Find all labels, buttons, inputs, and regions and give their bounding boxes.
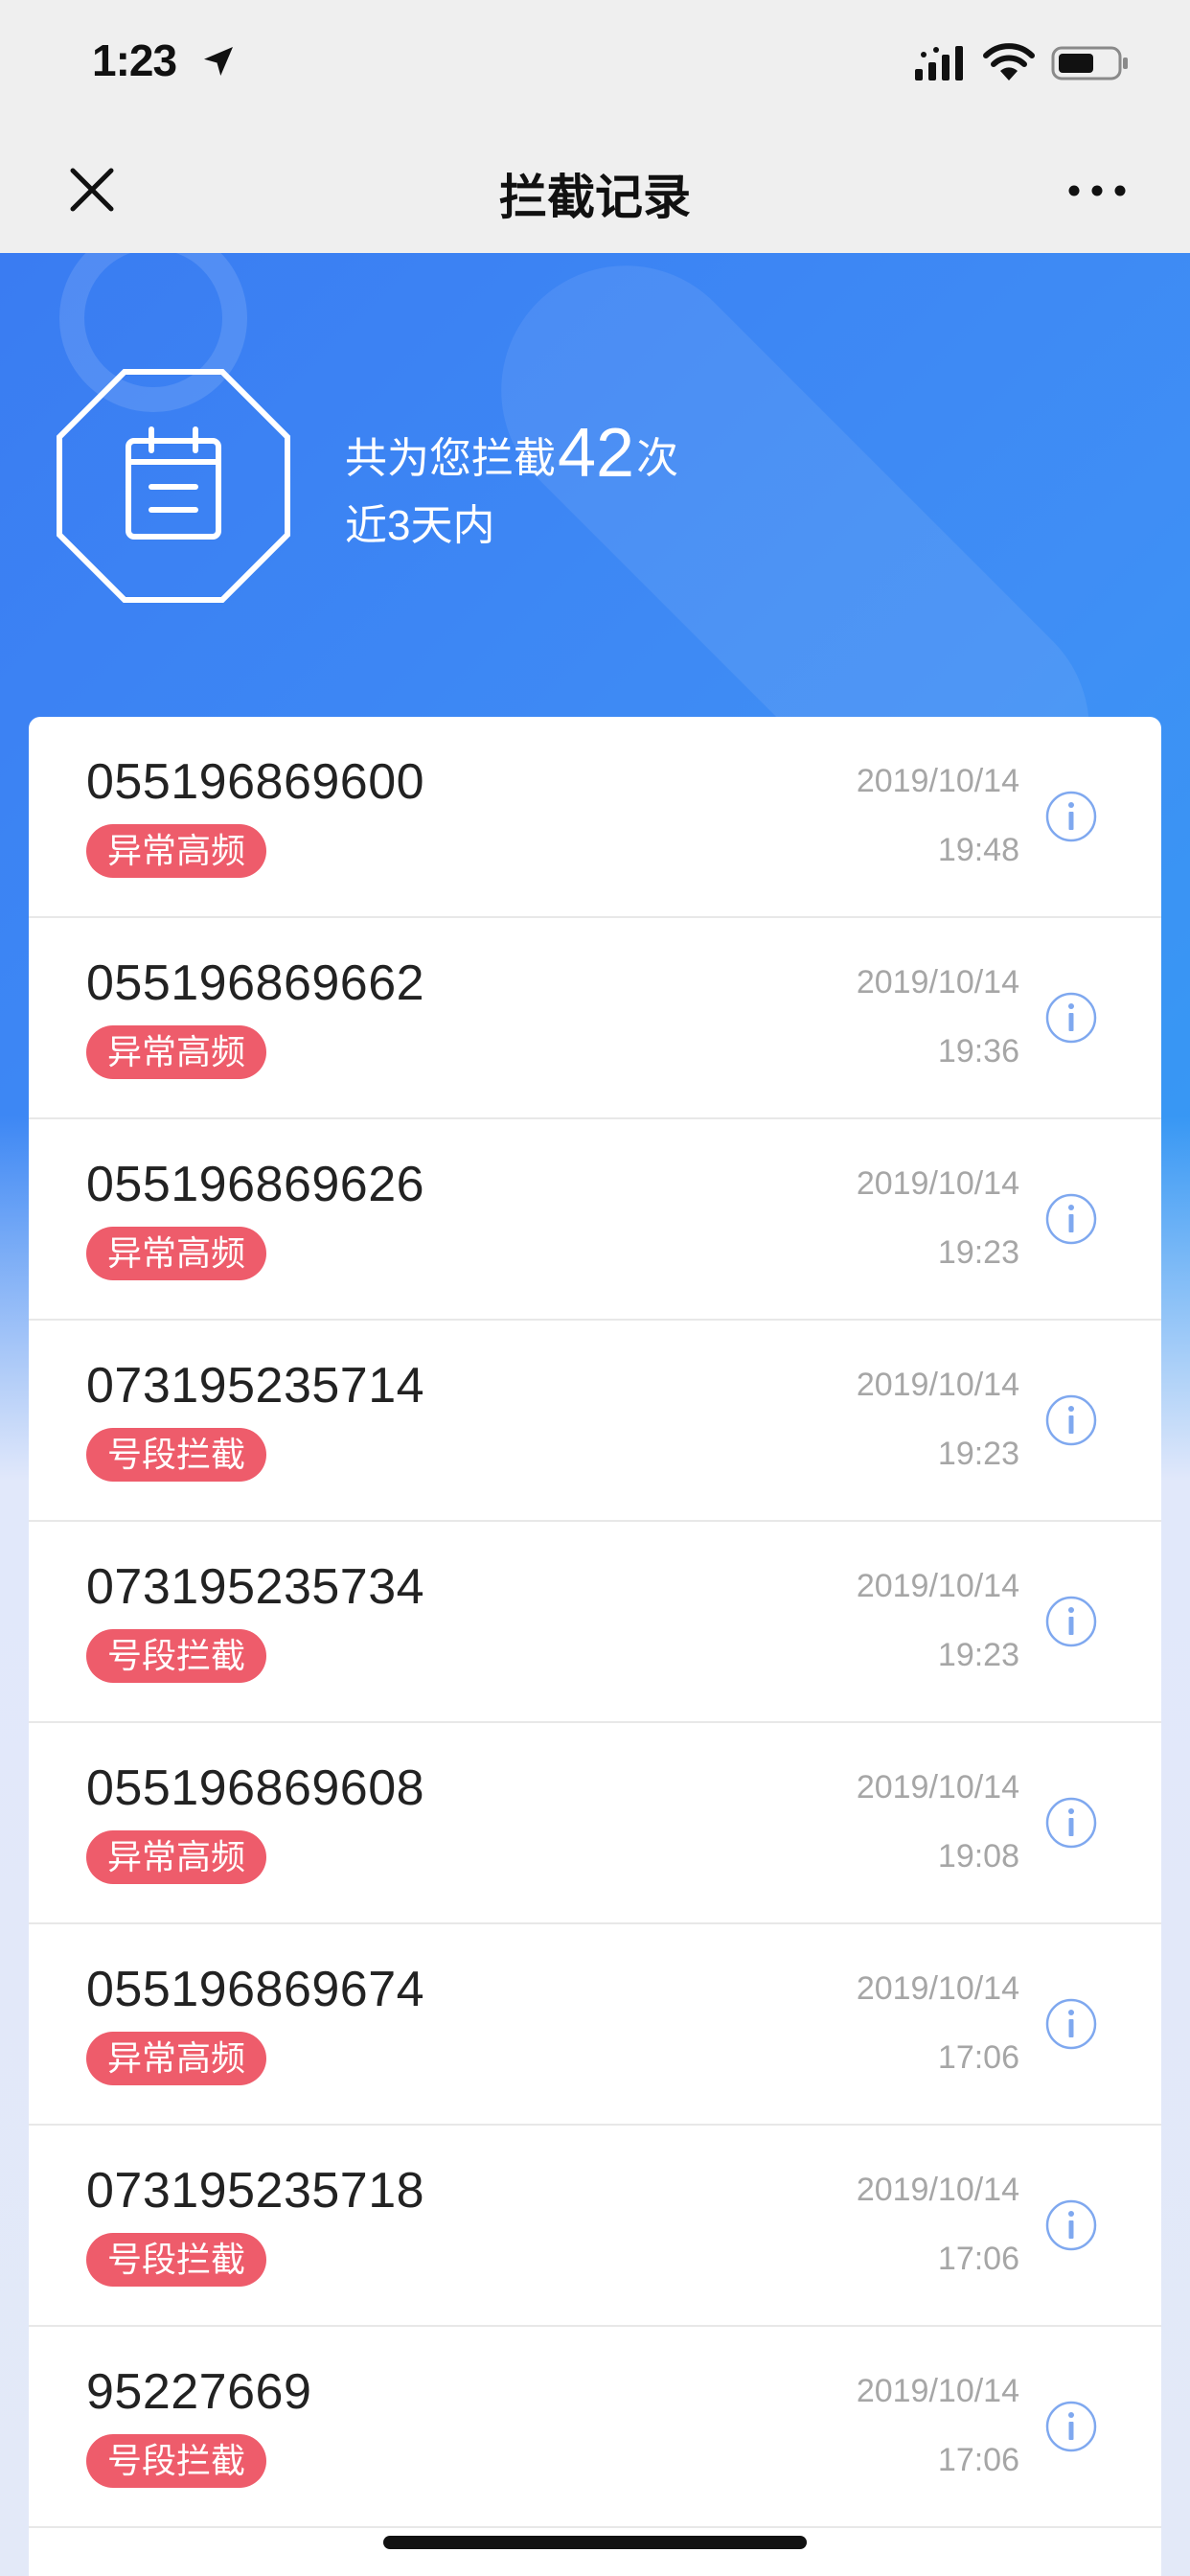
intercept-count: 42 [558, 415, 635, 492]
intercept-type-badge: 号段拦截 [86, 2434, 267, 2488]
phone-number: 055196869674 [86, 1962, 425, 2017]
intercept-type-badge: 异常高频 [86, 1830, 267, 1884]
record-date: 2019/10/14 [856, 1970, 1019, 2007]
phone-number: 073195235714 [86, 1358, 425, 1414]
intercept-type-badge: 号段拦截 [86, 2233, 267, 2287]
wifi-icon [983, 43, 1035, 80]
record-row[interactable]: 055196869608 异常高频 2019/10/14 19:08 [29, 1723, 1161, 1924]
page-title: 拦截记录 [499, 171, 691, 224]
intercept-type-badge: 号段拦截 [86, 1428, 267, 1482]
calendar-shield-icon [57, 369, 290, 603]
intercept-type-badge: 异常高频 [86, 824, 267, 878]
record-row[interactable]: 073195235714 号段拦截 2019/10/14 19:23 [29, 1321, 1161, 1522]
record-list: 055196869600 异常高频 2019/10/14 19:48 055196869… [29, 717, 1161, 2576]
info-icon[interactable] [1044, 2198, 1098, 2252]
phone-number: 073195235718 [86, 2163, 425, 2219]
record-time: 19:48 [937, 832, 1019, 868]
record-time: 17:06 [937, 2039, 1019, 2076]
record-time: 19:23 [937, 1637, 1019, 1673]
battery-icon [1051, 46, 1128, 80]
summary-period: 近3天内 [345, 502, 495, 549]
record-row[interactable]: 055196869626 异常高频 2019/10/14 19:23 [29, 1119, 1161, 1321]
location-arrow-icon [204, 47, 233, 76]
info-icon[interactable] [1044, 1595, 1098, 1648]
intercept-type-badge: 异常高频 [86, 2032, 267, 2085]
home-indicator[interactable] [383, 2536, 807, 2549]
status-bar: 1:23 [0, 0, 1190, 126]
record-time: 19:08 [937, 1838, 1019, 1874]
cellular-signal-icon [915, 46, 963, 80]
summary-suffix: 次 [636, 435, 679, 482]
record-time: 19:23 [937, 1234, 1019, 1271]
phone-number: 055196869626 [86, 1157, 425, 1212]
info-icon[interactable] [1044, 790, 1098, 843]
record-time: 17:06 [937, 2241, 1019, 2277]
record-time: 19:36 [937, 1033, 1019, 1070]
intercept-type-badge: 异常高频 [86, 1227, 267, 1280]
record-time: 17:06 [937, 2442, 1019, 2478]
record-row[interactable]: 073195235734 号段拦截 2019/10/14 19:23 [29, 1522, 1161, 1723]
phone-number: 055196869600 [86, 754, 425, 810]
record-date: 2019/10/14 [856, 2172, 1019, 2208]
status-time: 1:23 [92, 35, 177, 85]
record-date: 2019/10/14 [856, 1165, 1019, 1202]
record-date: 2019/10/14 [856, 1367, 1019, 1403]
intercept-summary: 共为您拦截42次 [345, 414, 678, 493]
navigation-bar: 拦截记录 [0, 126, 1190, 253]
record-date: 2019/10/14 [856, 763, 1019, 799]
record-time: 19:23 [937, 1436, 1019, 1472]
info-icon[interactable] [1044, 2400, 1098, 2453]
record-row[interactable]: 95227669 号段拦截 2019/10/14 17:06 [29, 2327, 1161, 2528]
info-icon[interactable] [1044, 1192, 1098, 1246]
info-icon[interactable] [1044, 991, 1098, 1045]
info-icon[interactable] [1044, 1393, 1098, 1447]
summary-prefix: 共为您拦截 [345, 435, 556, 482]
record-date: 2019/10/14 [856, 2373, 1019, 2409]
record-row[interactable]: 055196869674 异常高频 2019/10/14 17:06 [29, 1924, 1161, 2126]
record-date: 2019/10/14 [856, 1769, 1019, 1806]
phone-number: 073195235734 [86, 1559, 425, 1615]
record-row[interactable]: 073195235718 号段拦截 2019/10/14 17:06 [29, 2126, 1161, 2327]
record-date: 2019/10/14 [856, 964, 1019, 1000]
record-row[interactable]: 055196869662 异常高频 2019/10/14 19:36 [29, 918, 1161, 1119]
phone-number: 055196869662 [86, 955, 425, 1011]
phone-number: 95227669 [86, 2364, 312, 2420]
intercept-type-badge: 异常高频 [86, 1025, 267, 1079]
intercept-type-badge: 号段拦截 [86, 1629, 267, 1683]
info-icon[interactable] [1044, 1997, 1098, 2051]
phone-number: 055196869608 [86, 1760, 425, 1816]
record-date: 2019/10/14 [856, 1568, 1019, 1604]
info-icon[interactable] [1044, 1796, 1098, 1850]
record-row[interactable]: 055196869600 异常高频 2019/10/14 19:48 [29, 717, 1161, 918]
more-options-icon[interactable] [1066, 176, 1128, 205]
